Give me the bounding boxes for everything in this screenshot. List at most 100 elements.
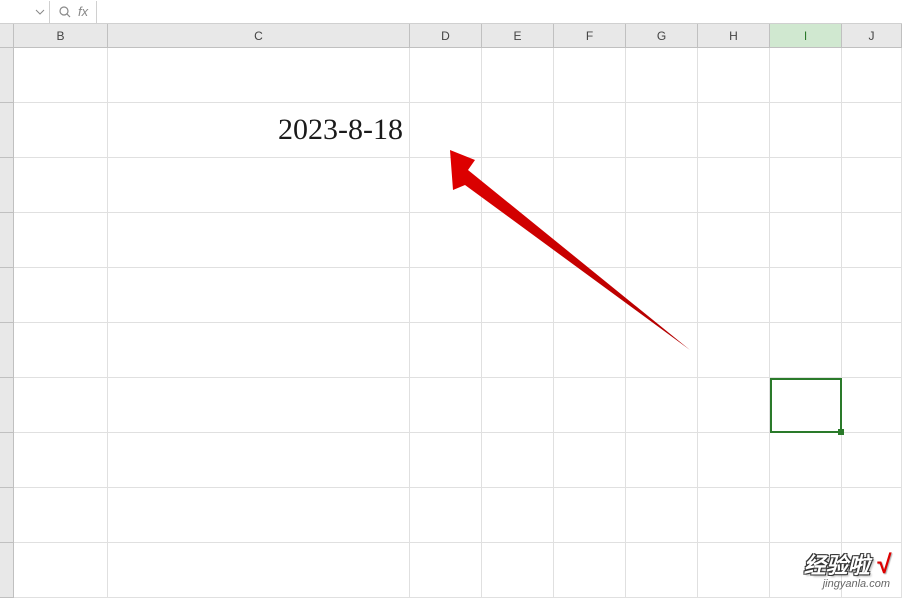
cell-E10[interactable] bbox=[482, 543, 554, 598]
cell-G6[interactable] bbox=[626, 323, 698, 378]
cell-B4[interactable] bbox=[14, 213, 108, 268]
cell-F4[interactable] bbox=[554, 213, 626, 268]
cell-J1[interactable] bbox=[842, 48, 902, 103]
cell-E8[interactable] bbox=[482, 433, 554, 488]
cell-D5[interactable] bbox=[410, 268, 482, 323]
cell-F7[interactable] bbox=[554, 378, 626, 433]
cell-B8[interactable] bbox=[14, 433, 108, 488]
cell-H1[interactable] bbox=[698, 48, 770, 103]
cell-J4[interactable] bbox=[842, 213, 902, 268]
cell-B2[interactable] bbox=[14, 103, 108, 158]
row-header[interactable] bbox=[0, 268, 14, 323]
row-header[interactable] bbox=[0, 433, 14, 488]
cell-E2[interactable] bbox=[482, 103, 554, 158]
cell-J9[interactable] bbox=[842, 488, 902, 543]
cell-H7[interactable] bbox=[698, 378, 770, 433]
cell-G9[interactable] bbox=[626, 488, 698, 543]
row-header[interactable] bbox=[0, 323, 14, 378]
cell-E9[interactable] bbox=[482, 488, 554, 543]
cell-B7[interactable] bbox=[14, 378, 108, 433]
row-header[interactable] bbox=[0, 213, 14, 268]
row-header[interactable] bbox=[0, 543, 14, 598]
cell-I8[interactable] bbox=[770, 433, 842, 488]
cell-I7[interactable] bbox=[770, 378, 842, 433]
row-header[interactable] bbox=[0, 103, 14, 158]
cell-J2[interactable] bbox=[842, 103, 902, 158]
cell-G3[interactable] bbox=[626, 158, 698, 213]
cell-E1[interactable] bbox=[482, 48, 554, 103]
cell-J8[interactable] bbox=[842, 433, 902, 488]
col-header-I[interactable]: I bbox=[770, 24, 842, 47]
cell-H9[interactable] bbox=[698, 488, 770, 543]
cell-H5[interactable] bbox=[698, 268, 770, 323]
cell-J7[interactable] bbox=[842, 378, 902, 433]
cell-G2[interactable] bbox=[626, 103, 698, 158]
col-header-B[interactable]: B bbox=[14, 24, 108, 47]
cell-D1[interactable] bbox=[410, 48, 482, 103]
fx-label[interactable]: fx bbox=[78, 4, 88, 19]
cell-C9[interactable] bbox=[108, 488, 410, 543]
formula-input[interactable] bbox=[97, 1, 902, 23]
cell-F6[interactable] bbox=[554, 323, 626, 378]
cell-I9[interactable] bbox=[770, 488, 842, 543]
col-header-J[interactable]: J bbox=[842, 24, 902, 47]
cell-F3[interactable] bbox=[554, 158, 626, 213]
cell-F5[interactable] bbox=[554, 268, 626, 323]
cell-C2[interactable]: 2023-8-18 bbox=[108, 103, 410, 158]
cell-C7[interactable] bbox=[108, 378, 410, 433]
cell-C4[interactable] bbox=[108, 213, 410, 268]
cell-G8[interactable] bbox=[626, 433, 698, 488]
cell-H10[interactable] bbox=[698, 543, 770, 598]
cell-F2[interactable] bbox=[554, 103, 626, 158]
cell-E6[interactable] bbox=[482, 323, 554, 378]
row-header[interactable] bbox=[0, 48, 14, 103]
cell-F10[interactable] bbox=[554, 543, 626, 598]
cell-D6[interactable] bbox=[410, 323, 482, 378]
cell-I2[interactable] bbox=[770, 103, 842, 158]
cell-B1[interactable] bbox=[14, 48, 108, 103]
cell-I5[interactable] bbox=[770, 268, 842, 323]
zoom-icon[interactable] bbox=[58, 5, 72, 19]
cell-B3[interactable] bbox=[14, 158, 108, 213]
cell-D4[interactable] bbox=[410, 213, 482, 268]
name-box[interactable] bbox=[0, 1, 50, 23]
cell-C5[interactable] bbox=[108, 268, 410, 323]
cell-F8[interactable] bbox=[554, 433, 626, 488]
cell-E7[interactable] bbox=[482, 378, 554, 433]
cell-J6[interactable] bbox=[842, 323, 902, 378]
cell-B6[interactable] bbox=[14, 323, 108, 378]
cell-B10[interactable] bbox=[14, 543, 108, 598]
cell-B9[interactable] bbox=[14, 488, 108, 543]
cell-G10[interactable] bbox=[626, 543, 698, 598]
cell-G7[interactable] bbox=[626, 378, 698, 433]
cell-C3[interactable] bbox=[108, 158, 410, 213]
cell-C10[interactable] bbox=[108, 543, 410, 598]
cell-I3[interactable] bbox=[770, 158, 842, 213]
cell-F9[interactable] bbox=[554, 488, 626, 543]
cell-E4[interactable] bbox=[482, 213, 554, 268]
col-header-E[interactable]: E bbox=[482, 24, 554, 47]
row-header[interactable] bbox=[0, 378, 14, 433]
col-header-F[interactable]: F bbox=[554, 24, 626, 47]
col-header-C[interactable]: C bbox=[108, 24, 410, 47]
cell-H2[interactable] bbox=[698, 103, 770, 158]
cell-D7[interactable] bbox=[410, 378, 482, 433]
cell-C1[interactable] bbox=[108, 48, 410, 103]
cell-D3[interactable] bbox=[410, 158, 482, 213]
cell-G5[interactable] bbox=[626, 268, 698, 323]
cell-G1[interactable] bbox=[626, 48, 698, 103]
cell-I6[interactable] bbox=[770, 323, 842, 378]
cell-E3[interactable] bbox=[482, 158, 554, 213]
cell-E5[interactable] bbox=[482, 268, 554, 323]
cell-C8[interactable] bbox=[108, 433, 410, 488]
row-header[interactable] bbox=[0, 488, 14, 543]
cell-J5[interactable] bbox=[842, 268, 902, 323]
col-header-G[interactable]: G bbox=[626, 24, 698, 47]
cell-G4[interactable] bbox=[626, 213, 698, 268]
cell-C6[interactable] bbox=[108, 323, 410, 378]
col-header-H[interactable]: H bbox=[698, 24, 770, 47]
cell-J3[interactable] bbox=[842, 158, 902, 213]
cell-F1[interactable] bbox=[554, 48, 626, 103]
cell-D2[interactable] bbox=[410, 103, 482, 158]
cell-I1[interactable] bbox=[770, 48, 842, 103]
